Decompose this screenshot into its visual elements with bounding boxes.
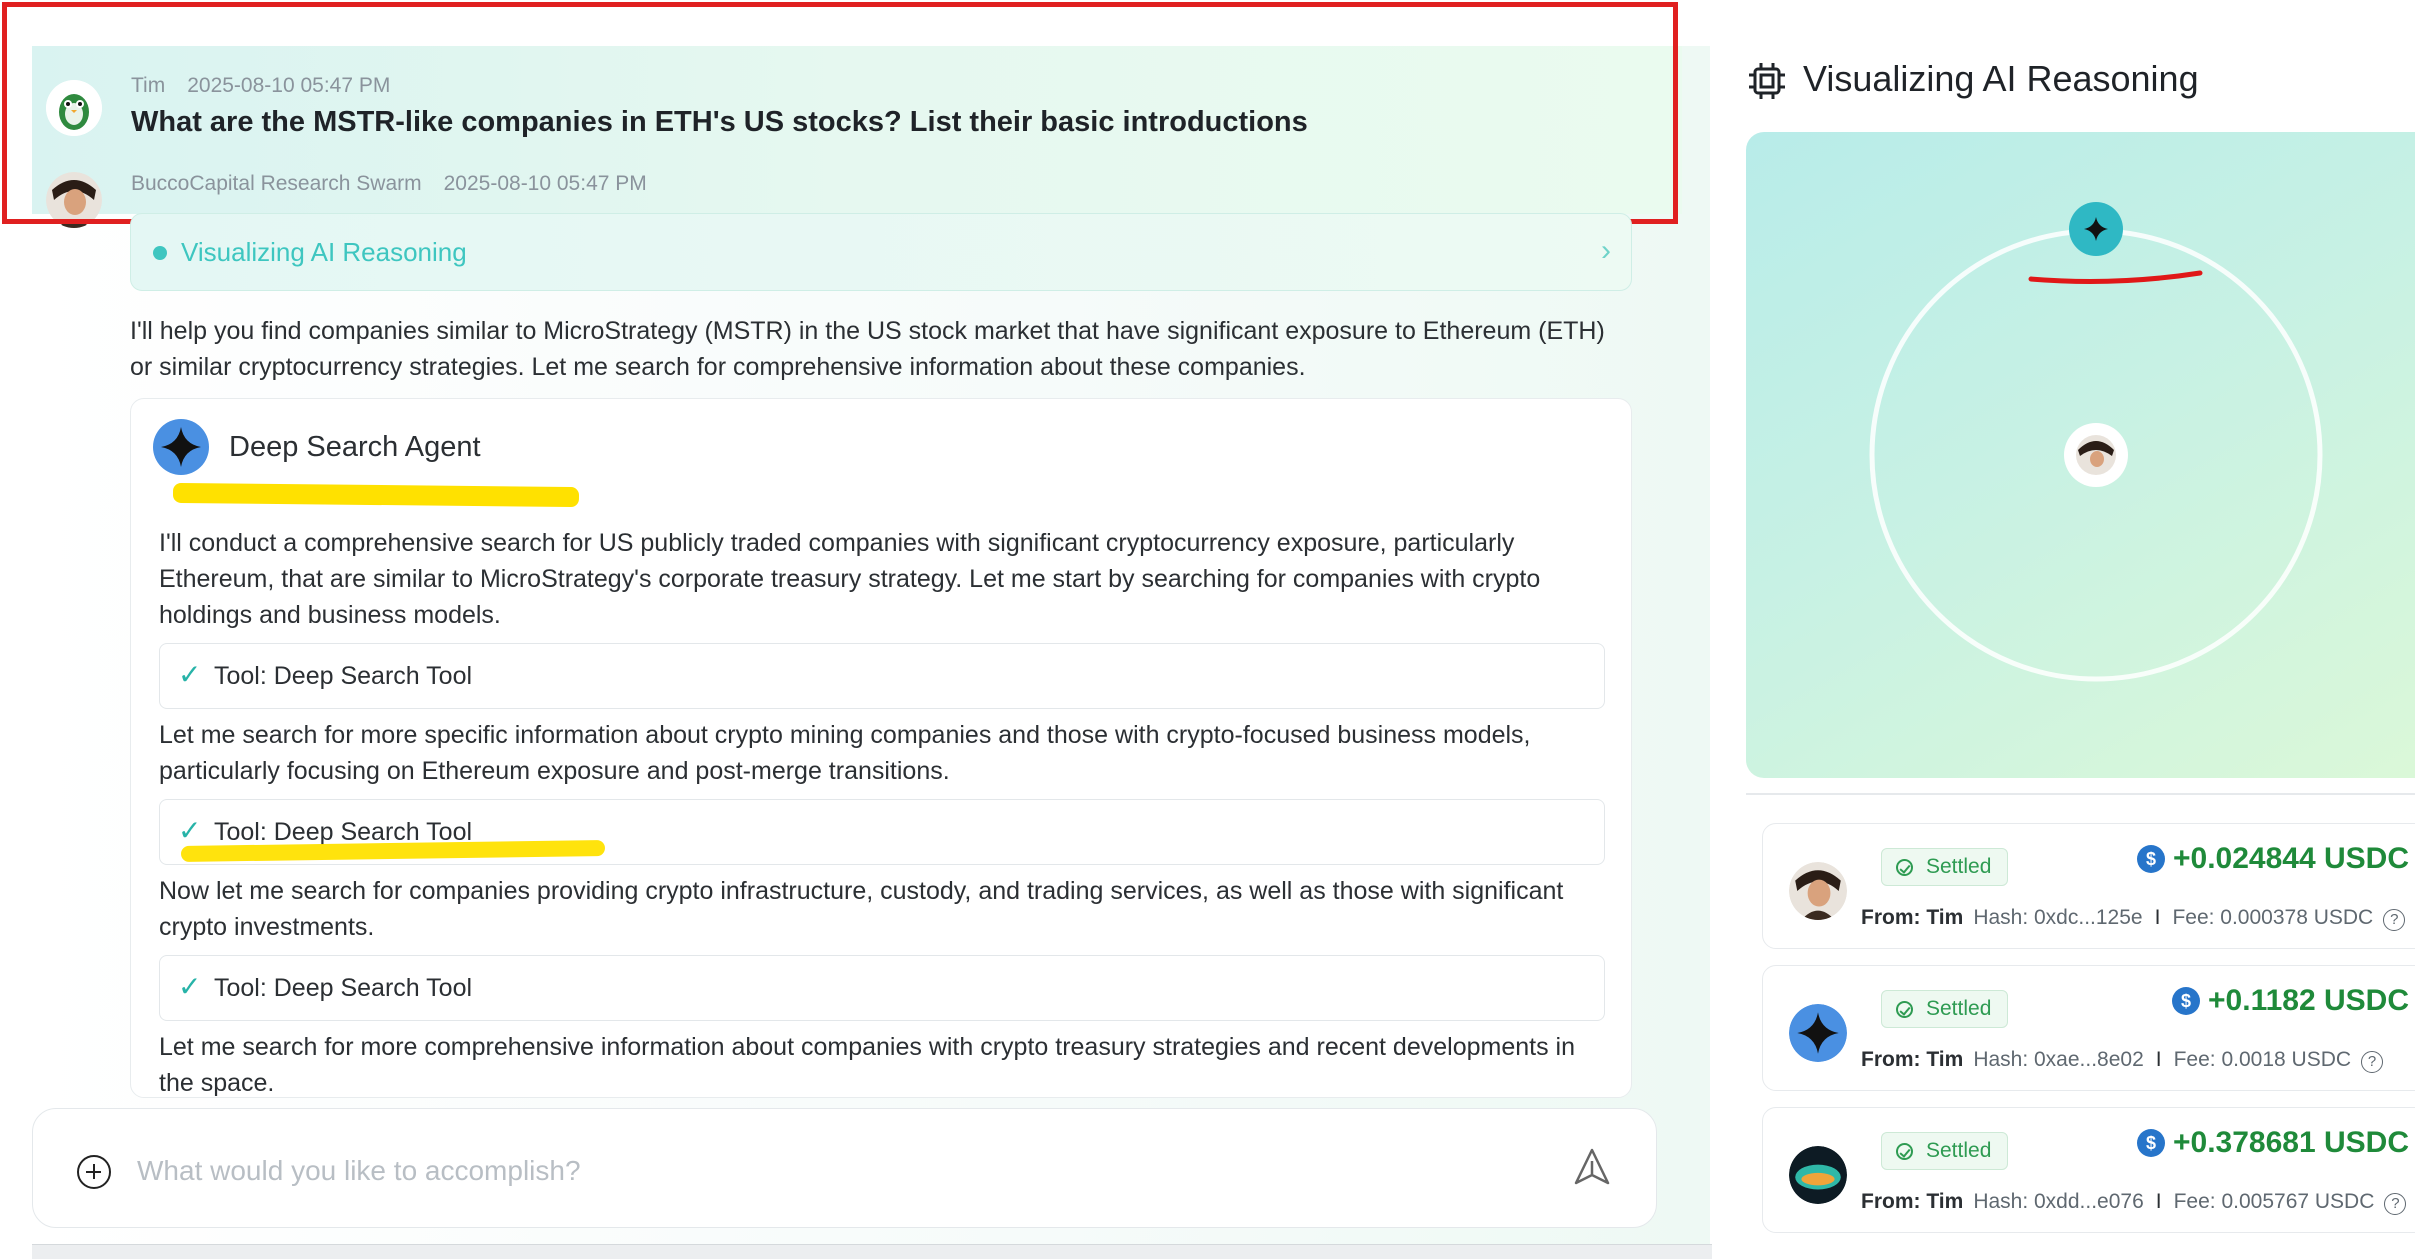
transaction-details: From: Tim Hash: 0xdd...e076 I Fee: 0.005767… <box>1861 1190 2407 1215</box>
annotation-red-box <box>2 2 1678 224</box>
plus-circle-icon[interactable] <box>77 1155 111 1189</box>
transaction-details: From: Tim Hash: 0xae...8e02 I Fee: 0.0018 U… <box>1861 1048 2384 1073</box>
center-avatar-node[interactable] <box>2064 423 2128 487</box>
reasoning-label: Visualizing AI Reasoning <box>181 237 467 267</box>
agent-card-title: Deep Search Agent <box>229 431 481 463</box>
check-circle-icon <box>1896 859 1913 876</box>
status-badge: Settled <box>1881 848 2009 886</box>
check-circle-icon <box>1896 1001 1913 1018</box>
usdc-coin-icon: $ <box>2172 987 2201 1015</box>
sparkle-icon <box>153 419 209 475</box>
transaction-card[interactable]: Settled $ +0.378681 USDC From: Tim Hash: 0… <box>1762 1107 2415 1233</box>
status-badge: Settled <box>1881 990 2009 1028</box>
transaction-amount: $ +0.1182 USDC <box>2172 984 2409 1018</box>
tool-label: Tool: Deep Search Tool <box>214 974 473 1002</box>
transaction-card[interactable]: Settled $ +0.024844 USDC From: Tim Hash: 0… <box>1762 823 2415 949</box>
usdc-coin-icon: $ <box>2137 845 2165 873</box>
agent-node-icon[interactable] <box>2069 202 2123 256</box>
chat-input-box[interactable] <box>32 1108 1657 1228</box>
tool-call-row[interactable]: ✓ Tool: Deep Search Tool <box>159 955 1605 1021</box>
bucco-avatar-icon <box>1789 862 1847 920</box>
usdc-coin-icon: $ <box>2137 1129 2165 1157</box>
transaction-card[interactable]: Settled $ +0.1182 USDC From: Tim Hash: 0xa… <box>1762 965 2415 1091</box>
chip-icon <box>1748 62 1786 100</box>
check-icon: ✓ <box>178 971 202 1002</box>
check-circle-icon <box>1896 1143 1913 1160</box>
agent-card-para-3: Now let me search for companies providin… <box>159 877 1564 941</box>
panel-divider <box>1746 793 2415 795</box>
reasoning-panel-title: Visualizing AI Reasoning <box>1803 58 2199 99</box>
reasoning-visualization <box>1746 132 2415 778</box>
check-icon: ✓ <box>178 815 202 846</box>
transaction-amount: $ +0.024844 USDC <box>2137 842 2409 876</box>
annotation-yellow-underline <box>172 482 580 508</box>
agent-card-para-4: Let me search for more comprehensive inf… <box>159 1033 1575 1097</box>
transaction-details: From: Tim Hash: 0xdc...125e I Fee: 0.000378… <box>1861 906 2406 931</box>
sparkle-icon <box>1789 1004 1847 1062</box>
reasoning-toggle[interactable]: Visualizing AI Reasoning › <box>130 213 1632 291</box>
tool-label: Tool: Deep Search Tool <box>214 662 473 690</box>
agent-card-para-1: I'll conduct a comprehensive search for … <box>159 529 1541 629</box>
send-icon[interactable] <box>1570 1145 1614 1189</box>
check-icon: ✓ <box>178 659 202 690</box>
tool-call-row[interactable]: ✓ Tool: Deep Search Tool <box>159 643 1605 709</box>
question-circle-icon[interactable]: ? <box>2361 1051 2384 1073</box>
agent-intro-text: I'll help you find companies similar to … <box>130 317 1605 381</box>
annotation-red-underline <box>2028 270 2203 284</box>
agent-avatar-icon <box>1789 1146 1847 1204</box>
deep-search-agent-card: Deep Search Agent I'll conduct a compreh… <box>130 398 1632 1098</box>
question-circle-icon[interactable]: ? <box>2384 1193 2407 1215</box>
chat-input[interactable] <box>137 1143 1437 1199</box>
status-dot-icon <box>153 246 167 260</box>
question-circle-icon[interactable]: ? <box>2383 909 2406 931</box>
chevron-right-icon: › <box>1601 234 1611 267</box>
agent-card-para-2: Let me search for more specific informat… <box>159 721 1531 785</box>
transaction-amount: $ +0.378681 USDC <box>2137 1126 2409 1160</box>
status-badge: Settled <box>1881 1132 2009 1170</box>
